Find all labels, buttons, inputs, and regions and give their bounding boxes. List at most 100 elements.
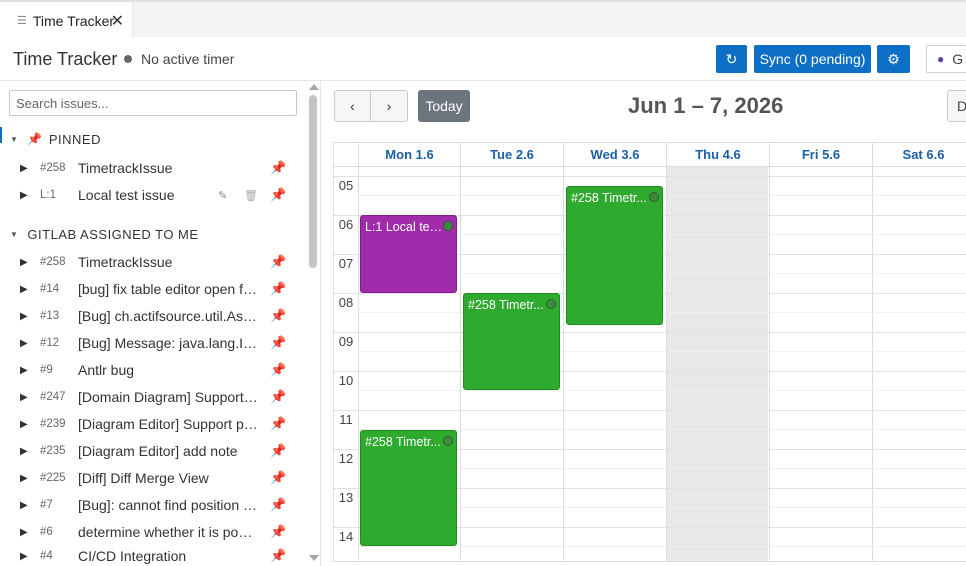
status-dot-icon[interactable]: [546, 299, 556, 309]
pin-icon[interactable]: 📌: [270, 389, 286, 405]
issue-number: #258: [40, 256, 66, 268]
prev-week-button[interactable]: ‹: [335, 91, 372, 121]
issue-number: #12: [40, 337, 60, 349]
list-item[interactable]: ▶ #239 [Diagram Editor] Support por... 📌: [0, 411, 300, 437]
time-entry-event[interactable]: #258 Timetr...: [463, 293, 560, 390]
tab-time-tracker[interactable]: ☰ Time Tracker ✕: [0, 2, 133, 39]
status-dot-icon[interactable]: [443, 221, 453, 231]
expand-arrow-icon[interactable]: ▶: [20, 500, 28, 511]
hour-line: [334, 410, 966, 411]
list-item[interactable]: ▶ #13 [Bug] ch.actifsource.util.Asser...…: [0, 303, 300, 329]
pin-icon[interactable]: 📌: [270, 497, 286, 513]
pin-icon: 📌: [27, 132, 43, 146]
pin-icon[interactable]: 📌: [270, 443, 286, 459]
list-item[interactable]: ▶ #235 [Diagram Editor] add note 📌: [0, 438, 300, 464]
issue-title: [Bug]: cannot find position 37...: [78, 497, 258, 513]
issue-number: #6: [40, 526, 53, 538]
hour-label: 08: [338, 295, 354, 310]
list-item[interactable]: ▶ L:1 Local test issue ✎ 🗑 📌: [0, 182, 300, 208]
time-entry-event[interactable]: #258 Timetr...: [566, 186, 663, 325]
time-entry-event[interactable]: #258 Timetr...: [360, 430, 457, 546]
scroll-down-icon[interactable]: [309, 555, 319, 561]
pin-icon[interactable]: 📌: [270, 187, 286, 203]
day-header-thu: Thu 4.6: [666, 143, 769, 166]
list-item[interactable]: ▶ #9 Antlr bug 📌: [0, 357, 300, 383]
expand-arrow-icon[interactable]: ▶: [20, 338, 28, 349]
expand-arrow-icon[interactable]: ▶: [20, 473, 28, 484]
sidebar-scrollbar[interactable]: [307, 81, 320, 566]
settings-button[interactable]: ⚙: [877, 45, 910, 73]
pin-icon[interactable]: 📌: [270, 416, 286, 432]
status-dot-icon[interactable]: [443, 436, 453, 446]
time-entry-event[interactable]: L:1 Local tes...: [360, 215, 457, 293]
list-item[interactable]: ▶ #225 [Diff] Diff Merge View 📌: [0, 465, 300, 491]
document-lines-icon: ☰: [17, 15, 27, 27]
list-item[interactable]: ▶ #14 [bug] fix table editor open fol...…: [0, 276, 300, 302]
day-header-sat: Sat 6.6: [872, 143, 966, 166]
user-button[interactable]: ● G: [926, 45, 966, 73]
pin-icon[interactable]: 📌: [270, 281, 286, 297]
issue-title: TimetrackIssue: [78, 254, 173, 270]
status-dot-icon[interactable]: [649, 192, 659, 202]
list-item[interactable]: ▶ #258 TimetrackIssue 📌: [0, 155, 300, 181]
hour-label: 13: [338, 490, 354, 505]
issue-number: #247: [40, 391, 66, 403]
pin-icon[interactable]: 📌: [270, 524, 286, 540]
pin-icon[interactable]: 📌: [270, 335, 286, 351]
issue-number: #4: [40, 550, 53, 562]
expand-arrow-icon[interactable]: ▶: [20, 365, 28, 376]
pin-icon[interactable]: 📌: [270, 308, 286, 324]
issue-number: #235: [40, 445, 66, 457]
hour-label: 12: [338, 451, 354, 466]
expand-arrow-icon[interactable]: ▶: [20, 527, 28, 538]
search-input[interactable]: [9, 90, 297, 116]
hour-line: [334, 371, 966, 372]
section-header-pinned[interactable]: ▼ 📌 PINNED: [0, 128, 300, 150]
sync-button[interactable]: Sync (0 pending): [754, 45, 871, 73]
next-week-button[interactable]: ›: [371, 91, 407, 121]
pin-icon[interactable]: 📌: [270, 160, 286, 176]
expand-arrow-icon[interactable]: ▶: [20, 446, 28, 457]
column-divider: [769, 143, 770, 561]
expand-arrow-icon[interactable]: ▶: [20, 551, 28, 562]
day-header-wed: Wed 3.6: [563, 143, 666, 166]
list-item[interactable]: ▶ #7 [Bug]: cannot find position 37... 📌: [0, 492, 300, 518]
column-divider: [460, 143, 461, 561]
chevron-down-icon: ▼: [10, 134, 19, 144]
close-icon[interactable]: ✕: [111, 11, 124, 31]
expand-arrow-icon[interactable]: ▶: [20, 311, 28, 322]
hour-label: 14: [338, 529, 354, 544]
expand-arrow-icon[interactable]: ▶: [20, 190, 28, 201]
edit-icon[interactable]: ✎: [218, 189, 227, 202]
list-item[interactable]: ▶ #247 [Domain Diagram] Support D... 📌: [0, 384, 300, 410]
issue-number: #225: [40, 472, 66, 484]
list-item[interactable]: ▶ #4 CI/CD Integration 📌: [0, 543, 300, 566]
expand-arrow-icon[interactable]: ▶: [20, 257, 28, 268]
expand-arrow-icon[interactable]: ▶: [20, 163, 28, 174]
event-label: #258 Timetr...: [571, 191, 647, 205]
expand-arrow-icon[interactable]: ▶: [20, 419, 28, 430]
week-grid[interactable]: Mon 1.6 Tue 2.6 Wed 3.6 Thu 4.6 Fri 5.6 …: [333, 142, 966, 562]
list-item[interactable]: ▶ #12 [Bug] Message: java.lang.Illeg... …: [0, 330, 300, 356]
list-item[interactable]: ▶ #258 TimetrackIssue 📌: [0, 249, 300, 275]
expand-arrow-icon[interactable]: ▶: [20, 392, 28, 403]
day-header-tue: Tue 2.6: [460, 143, 563, 166]
scroll-up-icon[interactable]: [309, 84, 319, 90]
section-header-assigned[interactable]: ▼ GITLAB ASSIGNED TO ME: [0, 223, 300, 245]
trash-icon[interactable]: 🗑: [244, 189, 258, 202]
view-button[interactable]: D: [947, 90, 966, 122]
pin-icon[interactable]: 📌: [270, 362, 286, 378]
refresh-button[interactable]: ↻: [716, 45, 747, 73]
issue-title: CI/CD Integration: [78, 548, 187, 564]
header: Time Tracker No active timer ↻ Sync (0 p…: [0, 37, 966, 81]
today-button[interactable]: Today: [418, 90, 470, 122]
scroll-thumb[interactable]: [309, 95, 317, 268]
pin-icon[interactable]: 📌: [270, 470, 286, 486]
status-dot-icon: [124, 55, 132, 63]
pin-icon[interactable]: 📌: [270, 548, 286, 564]
pin-icon[interactable]: 📌: [270, 254, 286, 270]
expand-arrow-icon[interactable]: ▶: [20, 284, 28, 295]
user-icon: ●: [937, 52, 945, 66]
list-item[interactable]: ▶ #6 determine whether it is possi... 📌: [0, 519, 300, 545]
issue-title: Antlr bug: [78, 362, 135, 378]
